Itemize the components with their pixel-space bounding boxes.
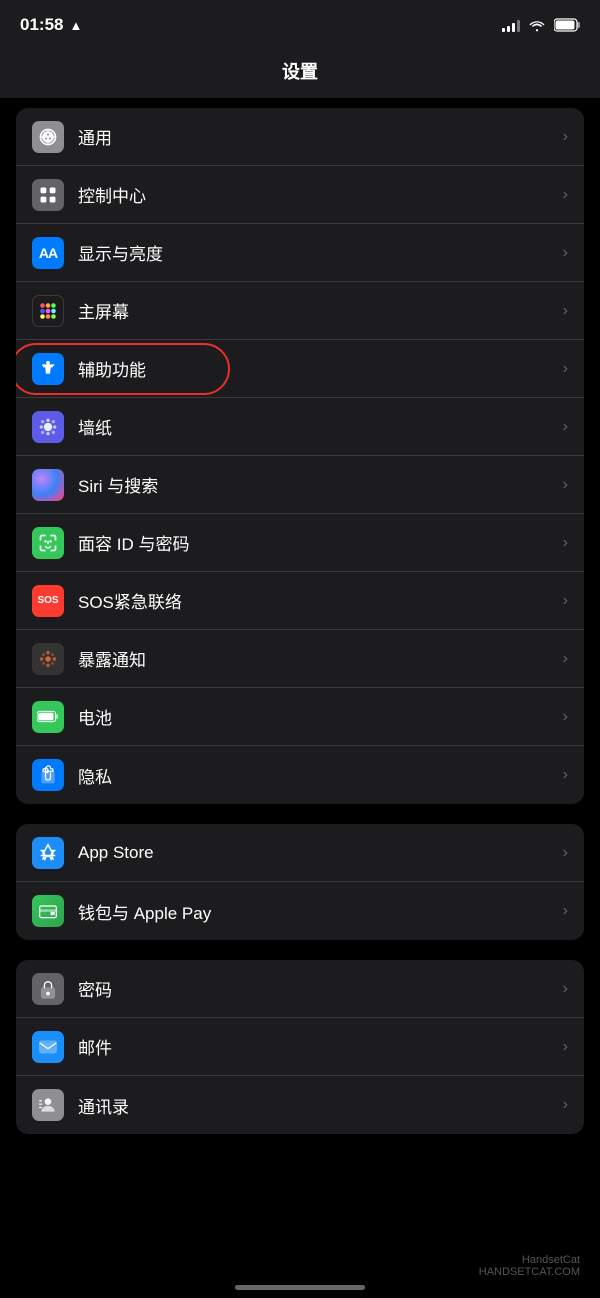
watermark: HandsetCatHANDSETCAT.COM [479, 1254, 580, 1278]
sos-label: SOS紧急联络 [78, 588, 563, 613]
display-chevron: › [563, 244, 568, 262]
home-screen-label: 主屏幕 [78, 298, 563, 323]
siri-chevron: › [563, 476, 568, 494]
wallpaper-chevron: › [563, 418, 568, 436]
settings-item-control-center[interactable]: 控制中心 › [16, 166, 584, 224]
password-chevron: › [563, 980, 568, 998]
home-screen-icon [32, 295, 64, 327]
battery-icon [554, 18, 580, 32]
sos-icon: SOS [32, 585, 64, 617]
settings-item-general[interactable]: 通用 › [16, 108, 584, 166]
settings-item-wallet[interactable]: 钱包与 Apple Pay › [16, 882, 584, 940]
siri-icon [32, 469, 64, 501]
contacts-chevron: › [563, 1096, 568, 1114]
settings-item-display[interactable]: AA 显示与亮度 › [16, 224, 584, 282]
signal-icon [502, 18, 520, 32]
accessibility-label: 辅助功能 [78, 356, 563, 381]
wallpaper-label: 墙纸 [78, 414, 563, 439]
wallet-icon [32, 895, 64, 927]
settings-item-contacts[interactable]: 通讯录 › [16, 1076, 584, 1134]
contacts-label: 通讯录 [78, 1093, 563, 1118]
siri-label: Siri 与搜索 [78, 472, 563, 497]
time-label: 01:58 [20, 15, 63, 35]
settings-item-mail[interactable]: 邮件 › [16, 1018, 584, 1076]
privacy-icon [32, 759, 64, 791]
face-id-label: 面容 ID 与密码 [78, 530, 563, 555]
wallet-chevron: › [563, 902, 568, 920]
status-icons [502, 18, 580, 32]
settings-item-siri[interactable]: Siri 与搜索 › [16, 456, 584, 514]
app-store-chevron: › [563, 844, 568, 862]
password-label: 密码 [78, 976, 563, 1001]
password-icon [32, 973, 64, 1005]
settings-item-password[interactable]: 密码 › [16, 960, 584, 1018]
settings-item-home-screen[interactable]: 主屏幕 › [16, 282, 584, 340]
section-2: App Store › 钱包与 Apple Pay › [16, 824, 584, 940]
wallet-label: 钱包与 Apple Pay [78, 899, 563, 924]
accessibility-icon [32, 353, 64, 385]
accessibility-chevron: › [563, 360, 568, 378]
settings-item-exposure[interactable]: 暴露通知 › [16, 630, 584, 688]
display-label: 显示与亮度 [78, 240, 563, 265]
wifi-icon [528, 18, 546, 32]
section-1: 通用 › 控制中心 › AA 显示与亮度 › [16, 108, 584, 804]
privacy-label: 隐私 [78, 763, 563, 788]
battery-label: 电池 [78, 704, 563, 729]
contacts-icon [32, 1089, 64, 1121]
face-id-icon [32, 527, 64, 559]
control-center-icon [32, 179, 64, 211]
battery-setting-icon [32, 701, 64, 733]
mail-label: 邮件 [78, 1034, 563, 1059]
settings-item-privacy[interactable]: 隐私 › [16, 746, 584, 804]
general-label: 通用 [78, 124, 563, 149]
app-store-icon [32, 837, 64, 869]
control-center-label: 控制中心 [78, 182, 563, 207]
exposure-chevron: › [563, 650, 568, 668]
home-indicator [235, 1285, 365, 1290]
general-chevron: › [563, 128, 568, 146]
settings-item-app-store[interactable]: App Store › [16, 824, 584, 882]
face-id-chevron: › [563, 534, 568, 552]
wallpaper-icon [32, 411, 64, 443]
app-store-label: App Store [78, 843, 563, 863]
settings-item-accessibility[interactable]: 辅助功能 › [16, 340, 584, 398]
status-time: 01:58 ▲ [20, 15, 82, 35]
battery-chevron: › [563, 708, 568, 726]
exposure-label: 暴露通知 [78, 646, 563, 671]
section-3: 密码 › 邮件 › [16, 960, 584, 1134]
status-bar: 01:58 ▲ [0, 0, 600, 50]
control-center-chevron: › [563, 186, 568, 204]
privacy-chevron: › [563, 766, 568, 784]
page-title: 设置 [0, 50, 600, 98]
settings-item-sos[interactable]: SOS SOS紧急联络 › [16, 572, 584, 630]
display-icon: AA [32, 237, 64, 269]
general-icon [32, 121, 64, 153]
exposure-icon [32, 643, 64, 675]
settings-item-battery[interactable]: 电池 › [16, 688, 584, 746]
mail-icon [32, 1031, 64, 1063]
settings-item-face-id[interactable]: 面容 ID 与密码 › [16, 514, 584, 572]
home-screen-chevron: › [563, 302, 568, 320]
mail-chevron: › [563, 1038, 568, 1056]
settings-item-wallpaper[interactable]: 墙纸 › [16, 398, 584, 456]
location-icon: ▲ [69, 18, 82, 33]
sos-chevron: › [563, 592, 568, 610]
settings-content: 通用 › 控制中心 › AA 显示与亮度 › [0, 98, 600, 1134]
